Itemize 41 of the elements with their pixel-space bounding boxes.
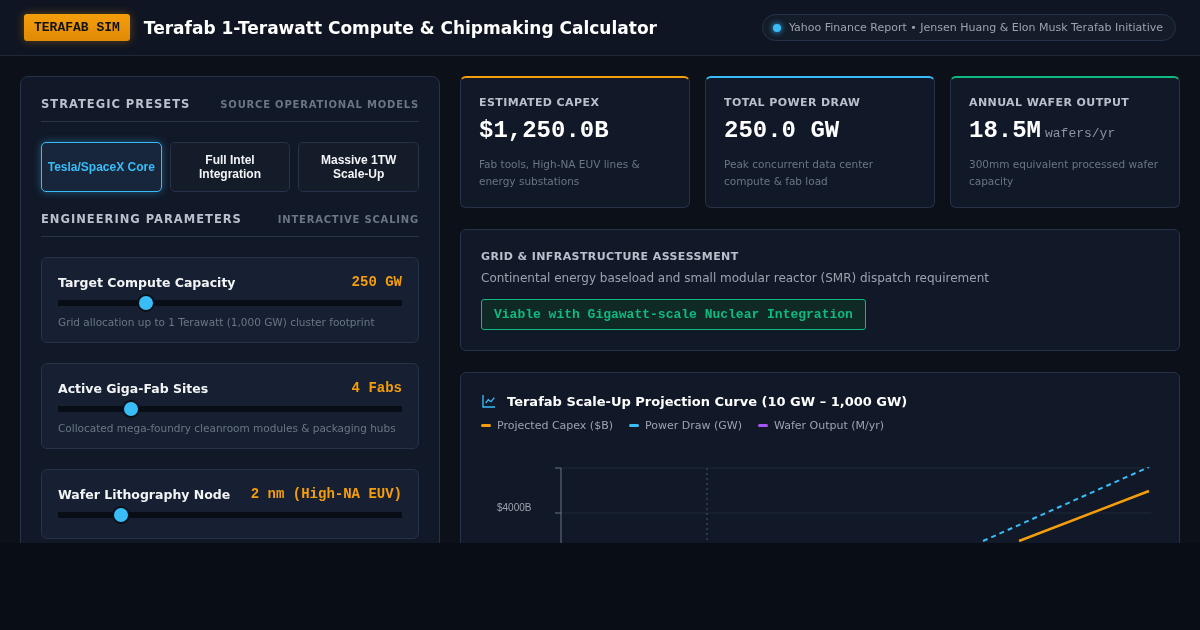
parameter-value: 4 Fabs — [351, 380, 402, 396]
status-dot-icon — [772, 23, 781, 32]
legend-item: Wafer Output (M/yr) — [757, 419, 885, 432]
line-chart-icon — [481, 393, 497, 409]
parameter-label: Target Compute Capacity — [58, 274, 236, 290]
metric-note: Fab tools, High-NA EUV lines & energy substations — [479, 157, 641, 189]
section-subtitle: SOURCE OPERATIONAL MODELS — [220, 98, 419, 110]
axis-tick-label: $4000B — [497, 502, 532, 513]
metric-value: 250.0 GW — [724, 117, 840, 144]
metric-note: Peak concurrent data center compute & fab load — [724, 157, 875, 189]
metric-note: 300mm equivalent processed wafer capacity — [969, 157, 1159, 189]
parameter-value: 250 GW — [351, 274, 402, 290]
metric-value: 18.5M — [969, 117, 1041, 144]
slider-thumb[interactable] — [137, 294, 156, 312]
metric-label: TOTAL POWER DRAW — [724, 96, 862, 109]
parameter-label: Wafer Lithography Node — [58, 486, 231, 502]
preset-button[interactable]: Tesla/SpaceX Core — [41, 142, 162, 192]
section-title: ENGINEERING PARAMETERS — [41, 212, 242, 226]
legend-item: Power Draw (GW) — [629, 419, 742, 432]
panel-title: GRID & INFRASTRUCTURE ASSESSMENT — [481, 250, 740, 263]
slider-thumb[interactable] — [121, 400, 140, 418]
metric-label: ANNUAL WAFER OUTPUT — [969, 96, 1131, 109]
app-title: Terafab 1-Terawatt Compute & Chipmaking Calculator — [143, 17, 658, 38]
metric-value: $1,250.0B — [479, 117, 609, 144]
section-title: STRATEGIC PRESETS — [41, 97, 191, 111]
parameter-label: Active Giga-Fab Sites — [58, 380, 209, 396]
slider-thumb[interactable] — [111, 506, 130, 524]
parameter-hint: Collocated mega-foundry cleanroom modules & packaging hubs — [58, 422, 397, 434]
legend-item: Projected Capex ($B) — [481, 419, 613, 432]
chart-title: Terafab Scale-Up Projection Curve (10 GW – 1,000 GW) — [507, 393, 908, 409]
parameter-value: 2 nm (High-NA EUV) — [250, 486, 402, 502]
metric-unit: wafers/yr — [1045, 126, 1116, 141]
preset-button[interactable]: Full Intel Integration — [169, 142, 291, 192]
source-text: Yahoo Finance Report • Jensen Huang & Elon Musk Terafab Initiative — [788, 21, 1163, 34]
metric-label: ESTIMATED CAPEX — [479, 96, 601, 109]
verdict-badge: Viable with Gigawatt-scale Nuclear Integration — [481, 299, 866, 330]
parameter-hint: Grid allocation up to 1 Terawatt (1,000 GW) cluster footprint — [58, 316, 376, 328]
panel-text: Continental energy baseload and small modular reactor (SMR) dispatch requirement — [481, 271, 990, 285]
app-badge: TERAFAB SIM — [24, 14, 130, 41]
section-subtitle: INTERACTIVE SCALING — [277, 213, 419, 225]
preset-button[interactable]: Massive 1TW Scale-Up — [298, 142, 419, 192]
